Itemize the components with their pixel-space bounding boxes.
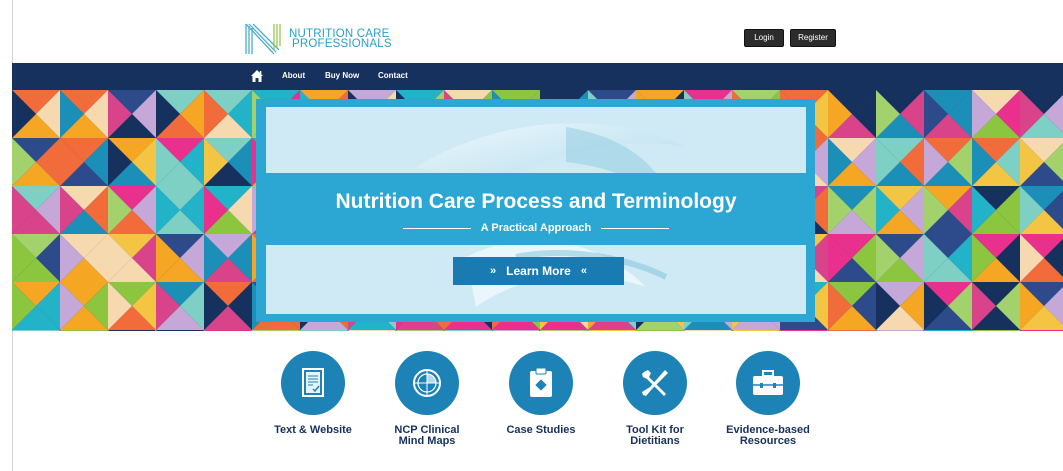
hero-subtitle-row: A Practical Approach bbox=[266, 222, 806, 234]
subtitle-divider-left bbox=[402, 227, 471, 229]
feature-label-line-1: Text & Website bbox=[274, 424, 352, 436]
register-button[interactable]: Register bbox=[790, 29, 836, 47]
feature-label: NCP Clinical Mind Maps bbox=[372, 425, 482, 447]
feature-tool-kit[interactable]: Tool Kit for Dietitians bbox=[600, 351, 710, 447]
main-nav-bar bbox=[12, 63, 1063, 90]
nav-buy-now[interactable]: Buy Now bbox=[325, 71, 359, 80]
feature-label-line-2: Mind Maps bbox=[398, 435, 456, 447]
chevron-left-double-icon: « bbox=[580, 265, 587, 277]
feature-case-studies[interactable]: Case Studies bbox=[486, 351, 596, 436]
mind-map-icon bbox=[413, 369, 441, 397]
feature-circle bbox=[623, 351, 687, 415]
tools-icon bbox=[642, 370, 668, 396]
feature-label-line-2: Dietitians bbox=[630, 435, 680, 447]
feature-label-line-1: Case Studies bbox=[506, 424, 576, 436]
feature-circle bbox=[281, 351, 345, 415]
home-icon[interactable] bbox=[250, 69, 264, 83]
feature-label: Tool Kit for Dietitians bbox=[600, 425, 710, 447]
feature-circle bbox=[509, 351, 573, 415]
feature-circle bbox=[736, 351, 800, 415]
feature-label: Evidence-based Resources bbox=[713, 425, 823, 447]
feature-circle bbox=[395, 351, 459, 415]
briefcase-icon bbox=[753, 370, 783, 395]
feature-mind-maps[interactable]: NCP Clinical Mind Maps bbox=[372, 351, 482, 447]
feature-label: Text & Website bbox=[258, 425, 368, 436]
feature-label-line-2: Resources bbox=[739, 435, 797, 447]
login-button[interactable]: Login bbox=[744, 29, 784, 47]
learn-more-label: Learn More bbox=[506, 264, 571, 278]
feature-label: Case Studies bbox=[486, 425, 596, 436]
hero-subtitle: A Practical Approach bbox=[480, 222, 592, 234]
logo-n-icon bbox=[245, 23, 281, 55]
subtitle-divider-right bbox=[601, 227, 670, 229]
logo-text: NUTRITION CARE PROFESSIONALS bbox=[289, 28, 392, 50]
logo-line-2: PROFESSIONALS bbox=[292, 38, 392, 50]
nav-about[interactable]: About bbox=[282, 71, 305, 80]
learn-more-button[interactable]: » Learn More « bbox=[453, 257, 624, 285]
chevron-right-double-icon: » bbox=[490, 265, 497, 277]
nav-contact[interactable]: Contact bbox=[378, 71, 408, 80]
site-logo[interactable]: NUTRITION CARE PROFESSIONALS bbox=[244, 22, 392, 56]
clipboard-icon bbox=[530, 367, 552, 397]
feature-evidence-resources[interactable]: Evidence-based Resources bbox=[713, 351, 823, 447]
hero-title: Nutrition Care Process and Terminology bbox=[335, 190, 737, 213]
document-check-icon bbox=[302, 368, 324, 397]
feature-text-website[interactable]: Text & Website bbox=[258, 351, 368, 436]
